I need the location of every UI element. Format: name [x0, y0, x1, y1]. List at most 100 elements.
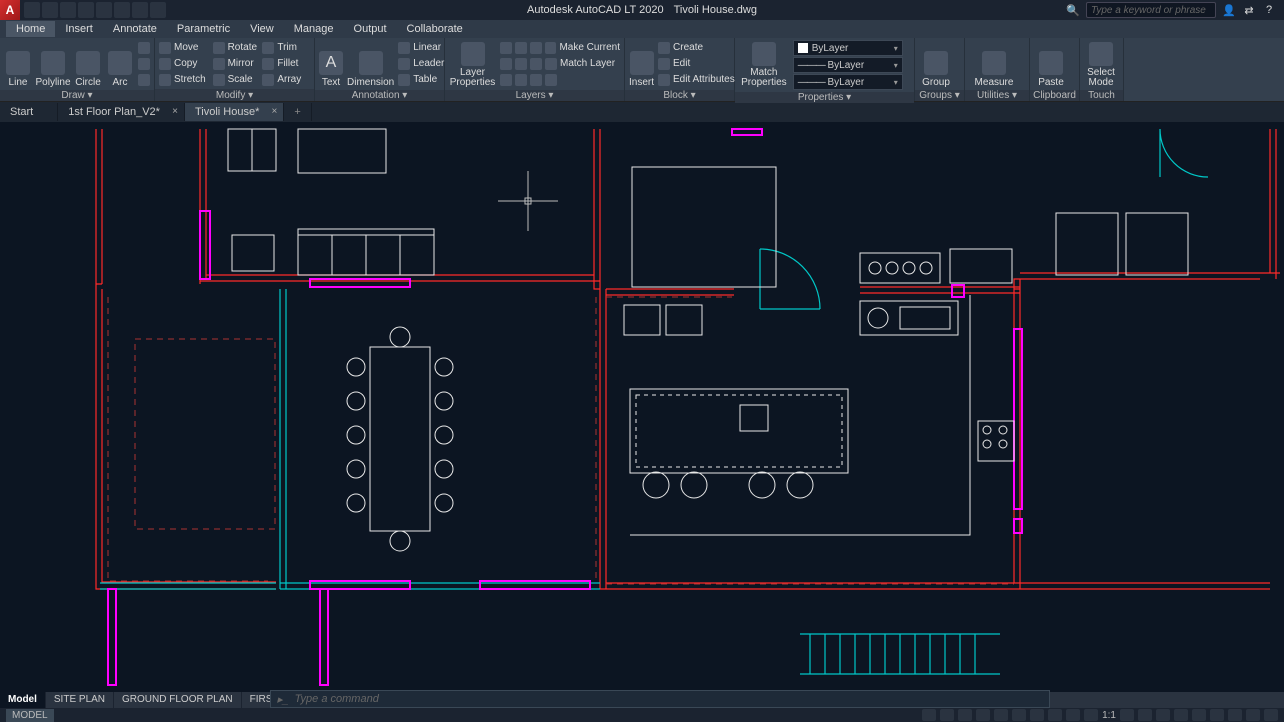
qat-saveas-icon[interactable]	[78, 2, 94, 18]
fillet-button[interactable]: Fillet	[262, 56, 310, 71]
l6-icon[interactable]	[515, 58, 527, 70]
rotate-button[interactable]: Rotate	[213, 40, 259, 55]
polar-icon[interactable]	[976, 709, 990, 721]
hwaccel-icon[interactable]	[1228, 709, 1242, 721]
panel-layers-label[interactable]: Layers ▾	[445, 90, 624, 101]
l4-icon[interactable]	[545, 42, 557, 54]
linear-button[interactable]: Linear	[398, 40, 444, 55]
panel-clipboard-label[interactable]: Clipboard	[1030, 90, 1079, 101]
dimension-button[interactable]: Dimension	[347, 40, 394, 88]
cleanscreen-icon[interactable]	[1246, 709, 1260, 721]
doctab-tivoli[interactable]: Tivoli House*×	[185, 103, 284, 121]
annomonitor-icon[interactable]	[1138, 709, 1152, 721]
measure-button[interactable]: Measure	[969, 40, 1019, 88]
group-button[interactable]: Group	[919, 40, 953, 88]
stretch-button[interactable]: Stretch	[159, 72, 209, 87]
status-model[interactable]: MODEL	[6, 709, 54, 722]
panel-modify-label[interactable]: Modify ▾	[155, 89, 314, 101]
l7-icon[interactable]	[530, 58, 542, 70]
color-select[interactable]: ByLayer	[793, 40, 903, 56]
doctab-1stfloor[interactable]: 1st Floor Plan_V2*×	[58, 103, 185, 121]
l8-icon[interactable]	[545, 58, 557, 70]
l9-icon[interactable]	[500, 74, 512, 86]
qat-undo-icon[interactable]	[114, 2, 130, 18]
help-icon[interactable]: ?	[1262, 3, 1276, 17]
menu-annotate[interactable]: Annotate	[103, 21, 167, 37]
l1-icon[interactable]	[500, 42, 512, 54]
circle-button[interactable]: Circle	[74, 40, 102, 88]
workspace-icon[interactable]	[1120, 709, 1134, 721]
panel-touch-label[interactable]: Touch	[1080, 90, 1123, 101]
editattr-button[interactable]: Edit Attributes	[658, 72, 735, 87]
snap-icon[interactable]	[940, 709, 954, 721]
text-button[interactable]: AText	[319, 40, 343, 88]
create-button[interactable]: Create	[658, 40, 735, 55]
units-icon[interactable]	[1156, 709, 1170, 721]
app-logo[interactable]: A	[0, 0, 20, 20]
search-icon[interactable]: 🔍	[1066, 3, 1080, 17]
move-button[interactable]: Move	[159, 40, 209, 55]
annoscale-icon[interactable]	[1084, 709, 1098, 721]
array-button[interactable]: Array	[262, 72, 310, 87]
ellipse-icon[interactable]	[138, 58, 150, 70]
match-props-button[interactable]: Match Properties	[739, 40, 789, 88]
menu-collaborate[interactable]: Collaborate	[397, 21, 473, 37]
trim-button[interactable]: Trim	[262, 40, 310, 55]
leader-button[interactable]: Leader	[398, 56, 444, 71]
otrack-icon[interactable]	[1012, 709, 1026, 721]
copy-button[interactable]: Copy	[159, 56, 209, 71]
command-line[interactable]: ▸_ Type a command	[270, 690, 1050, 708]
grid-icon[interactable]	[922, 709, 936, 721]
l10-icon[interactable]	[515, 74, 527, 86]
doctab-start[interactable]: Start	[0, 103, 58, 121]
quickprops-icon[interactable]	[1174, 709, 1188, 721]
close-icon[interactable]: ×	[272, 106, 278, 117]
customize-icon[interactable]	[1264, 709, 1278, 721]
edit-button[interactable]: Edit	[658, 56, 735, 71]
qat-save-icon[interactable]	[60, 2, 76, 18]
arc-button[interactable]: Arc	[106, 40, 134, 88]
rect-icon[interactable]	[138, 42, 150, 54]
table-button[interactable]: Table	[398, 72, 444, 87]
layout-site[interactable]: SITE PLAN	[46, 692, 114, 708]
lwt-icon[interactable]	[1030, 709, 1044, 721]
cycling-icon[interactable]	[1066, 709, 1080, 721]
lockui-icon[interactable]	[1192, 709, 1206, 721]
panel-groups-label[interactable]: Groups ▾	[915, 90, 964, 101]
linetype-select[interactable]: ——— ByLayer	[793, 57, 903, 73]
layout-model[interactable]: Model	[0, 692, 46, 708]
panel-properties-label[interactable]: Properties ▾	[735, 92, 914, 103]
qat-new-icon[interactable]	[24, 2, 40, 18]
panel-block-label[interactable]: Block ▾	[625, 90, 734, 101]
paste-button[interactable]: Paste	[1034, 40, 1068, 88]
search-input[interactable]: Type a keyword or phrase	[1086, 2, 1216, 18]
menu-view[interactable]: View	[240, 21, 284, 37]
menu-manage[interactable]: Manage	[284, 21, 344, 37]
qat-plot-icon[interactable]	[96, 2, 112, 18]
scale-label[interactable]: 1:1	[1102, 710, 1116, 721]
l12-icon[interactable]	[545, 74, 557, 86]
layout-ground[interactable]: GROUND FLOOR PLAN	[114, 692, 242, 708]
l11-icon[interactable]	[530, 74, 542, 86]
panel-draw-label[interactable]: Draw ▾	[0, 90, 154, 101]
menu-home[interactable]: Home	[6, 21, 55, 37]
menu-parametric[interactable]: Parametric	[167, 21, 240, 37]
layer-props-button[interactable]: Layer Properties	[449, 40, 496, 88]
transparency-icon[interactable]	[1048, 709, 1062, 721]
l5-icon[interactable]	[500, 58, 512, 70]
signin-icon[interactable]: 👤	[1222, 3, 1236, 17]
mirror-button[interactable]: Mirror	[213, 56, 259, 71]
qat-open-icon[interactable]	[42, 2, 58, 18]
insert-button[interactable]: Insert	[629, 40, 654, 88]
menu-insert[interactable]: Insert	[55, 21, 103, 37]
panel-utilities-label[interactable]: Utilities ▾	[965, 90, 1029, 101]
close-icon[interactable]: ×	[172, 106, 178, 117]
lineweight-select[interactable]: ——— ByLayer	[793, 74, 903, 90]
hatch-icon[interactable]	[138, 74, 150, 86]
l3-icon[interactable]	[530, 42, 542, 54]
isolate-icon[interactable]	[1210, 709, 1224, 721]
scale-button[interactable]: Scale	[213, 72, 259, 87]
osnap-icon[interactable]	[994, 709, 1008, 721]
l2-icon[interactable]	[515, 42, 527, 54]
qat-redo-icon[interactable]	[132, 2, 148, 18]
